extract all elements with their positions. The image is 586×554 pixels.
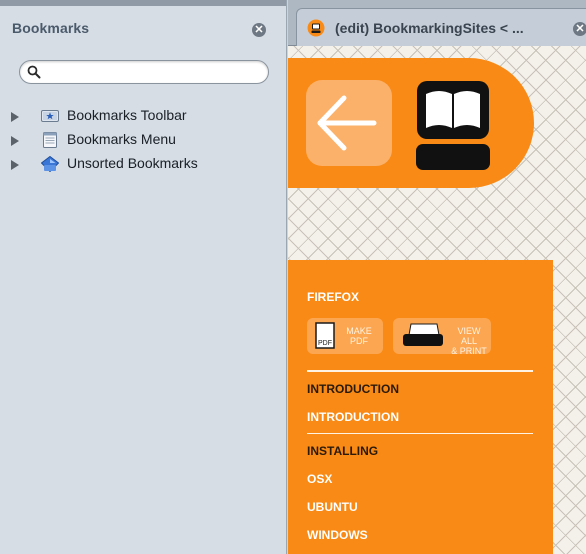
search-box[interactable] [19, 60, 269, 84]
nav-link-ubuntu[interactable]: UBUNTU [307, 500, 358, 514]
tree-item-unsorted-bookmarks[interactable]: Unsorted Bookmarks [0, 152, 286, 176]
nav-link-introduction[interactable]: INTRODUCTION [307, 382, 399, 396]
divider [307, 370, 533, 372]
tab-bookmarking-sites[interactable]: (edit) BookmarkingSites < ... ✕ [296, 8, 586, 46]
close-icon[interactable]: ✕ [573, 22, 586, 36]
bookmarks-toolbar-icon [41, 110, 59, 122]
svg-text:PDF: PDF [318, 340, 332, 347]
tab-bar: (edit) BookmarkingSites < ... ✕ [288, 0, 586, 46]
printer-icon [403, 323, 443, 346]
back-arrow-icon [317, 95, 377, 151]
book-logo-icon [416, 81, 490, 170]
tree-item-label: Unsorted Bookmarks [67, 155, 198, 171]
bookmarks-sidebar: Bookmarks ✕ Bookmarks Toolbar Bookmarks … [0, 0, 287, 554]
nav-link-osx[interactable]: OSX [307, 472, 332, 486]
view-all-print-label: VIEW ALL & PRINT [451, 326, 487, 356]
unsorted-bookmarks-icon [41, 156, 59, 172]
bookmarks-menu-icon [43, 132, 57, 148]
divider [307, 433, 533, 434]
tree-item-bookmarks-menu[interactable]: Bookmarks Menu [0, 128, 286, 152]
expand-arrow-icon[interactable] [11, 112, 19, 122]
expand-arrow-icon[interactable] [11, 160, 19, 170]
page-content: FIREFOX PDF MAKE PDF VIEW ALL & PRINT INTR… [288, 46, 586, 554]
search-icon [27, 65, 41, 79]
pdf-icon: PDF [315, 322, 335, 349]
nav-link-introduction[interactable]: INTRODUCTION [307, 410, 399, 424]
nav-link-windows[interactable]: WINDOWS [307, 528, 368, 542]
tree-item-label: Bookmarks Menu [67, 131, 176, 147]
book-navigation-panel: FIREFOX PDF MAKE PDF VIEW ALL & PRINT INTR… [288, 260, 553, 554]
tree-item-bookmarks-toolbar[interactable]: Bookmarks Toolbar [0, 104, 286, 128]
section-heading: FIREFOX [307, 290, 360, 304]
expand-arrow-icon[interactable] [11, 136, 19, 146]
make-pdf-label: MAKE PDF [346, 326, 372, 346]
hero-banner [288, 58, 534, 188]
close-icon[interactable]: ✕ [252, 23, 266, 37]
flossmanuals-icon [307, 19, 325, 37]
make-pdf-button[interactable]: PDF MAKE PDF [307, 318, 383, 354]
view-all-print-button[interactable]: VIEW ALL & PRINT [393, 318, 491, 356]
tree-item-label: Bookmarks Toolbar [67, 107, 187, 123]
search-input[interactable] [46, 64, 256, 80]
back-button[interactable] [306, 80, 392, 166]
nav-link-installing[interactable]: INSTALLING [307, 444, 378, 458]
sidebar-header: Bookmarks ✕ [0, 0, 286, 52]
sidebar-title: Bookmarks [12, 20, 90, 36]
tab-title: (edit) BookmarkingSites < ... [335, 20, 524, 36]
